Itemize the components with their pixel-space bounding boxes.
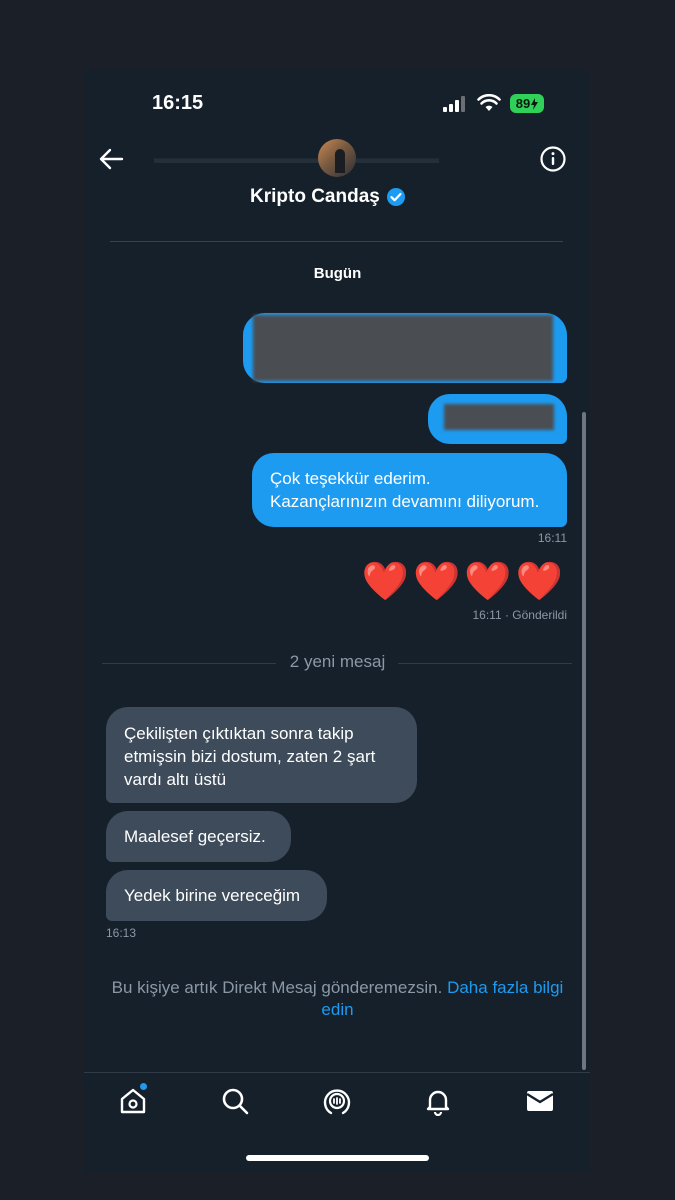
message-line: vardı altı üstü — [124, 770, 227, 789]
spaces-icon[interactable] — [322, 1086, 352, 1116]
home-icon[interactable] — [118, 1086, 148, 1116]
status-time: 16:15 — [152, 92, 204, 114]
new-messages-separator: 2 yeni mesaj — [289, 652, 386, 671]
message-text: Maalesef geçersiz. — [124, 827, 266, 846]
day-separator: Bugün — [313, 265, 362, 282]
charging-bolt-icon — [531, 97, 539, 110]
heart-emoji-message[interactable]: ❤️❤️❤️❤️ — [362, 560, 567, 604]
notification-dot — [140, 1083, 147, 1090]
message-line: Çekilişten çıktıktan sonra takip — [124, 724, 354, 743]
message-status: 16:11 · Gönderildi — [472, 608, 568, 622]
search-icon[interactable] — [220, 1086, 250, 1116]
conversation-header[interactable]: Kripto Candaş — [250, 186, 406, 208]
cellular-signal-icon — [443, 96, 465, 112]
notifications-icon[interactable] — [423, 1086, 453, 1116]
dm-disabled-notice: Bu kişiye artık Direkt Mesaj gönderemezs… — [100, 977, 575, 1021]
message-line: Çok teşekkür ederim. — [270, 469, 431, 488]
battery-indicator: 89 — [510, 94, 544, 113]
redaction-block — [444, 404, 554, 430]
learn-more-link[interactable]: edin — [321, 1000, 353, 1019]
learn-more-link[interactable]: Daha fazla bilgi — [447, 978, 563, 997]
avatar[interactable] — [318, 139, 356, 177]
tabbar-divider — [84, 1072, 590, 1073]
redacted-message-bubble[interactable] — [243, 313, 567, 383]
notice-text: Bu kişiye artık Direkt Mesaj gönderemezs… — [111, 978, 443, 997]
back-arrow-icon[interactable] — [98, 146, 124, 172]
message-line: etmişsin bizi dostum, zaten 2 şart — [124, 747, 376, 766]
wifi-icon — [477, 94, 501, 111]
profile-preview-bg: ▬▬▬▬▬▬▬▬▬▬▬▬▬▬▬▬▬▬▬ — [154, 150, 439, 167]
sent-message-bubble[interactable]: Çok teşekkür ederim. Kazançlarınızın dev… — [252, 453, 567, 527]
redacted-message-bubble[interactable] — [428, 394, 567, 444]
scrollbar[interactable] — [582, 412, 586, 1070]
battery-level: 89 — [515, 96, 531, 111]
message-timestamp: 16:13 — [106, 926, 137, 940]
home-indicator[interactable] — [246, 1155, 429, 1161]
redaction-block — [253, 315, 553, 381]
received-message-bubble[interactable]: Yedek birine vereceğim — [106, 870, 327, 921]
info-icon[interactable] — [539, 145, 567, 173]
messages-icon[interactable] — [525, 1086, 555, 1116]
header-divider — [110, 241, 563, 242]
message-timestamp: 16:11 — [537, 531, 567, 545]
received-message-bubble[interactable]: Maalesef geçersiz. — [106, 811, 291, 862]
message-line: Kazançlarınızın devamını diliyorum. — [270, 492, 540, 511]
contact-name: Kripto Candaş — [250, 186, 380, 207]
received-message-bubble[interactable]: Çekilişten çıktıktan sonra takip etmişsi… — [106, 707, 417, 803]
verified-badge-icon — [386, 188, 405, 206]
message-text: Yedek birine vereceğim — [124, 886, 301, 905]
